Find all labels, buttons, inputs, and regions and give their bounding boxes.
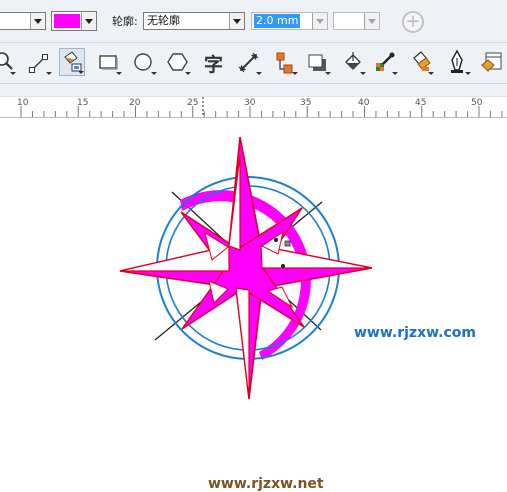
watermark-text: www.rjzxw.com	[354, 325, 476, 341]
drawing-canvas[interactable]: www.rjzxw.com www.rjzxw.net	[0, 117, 507, 492]
star-facet	[235, 287, 250, 400]
watermark-text: www.rjzxw.net	[208, 476, 324, 492]
selection-node[interactable]	[281, 264, 285, 268]
star-facet	[228, 154, 241, 251]
compass-star-drawing[interactable]	[0, 0, 507, 452]
selection-node[interactable]	[274, 238, 278, 242]
selection-node[interactable]	[284, 240, 291, 247]
